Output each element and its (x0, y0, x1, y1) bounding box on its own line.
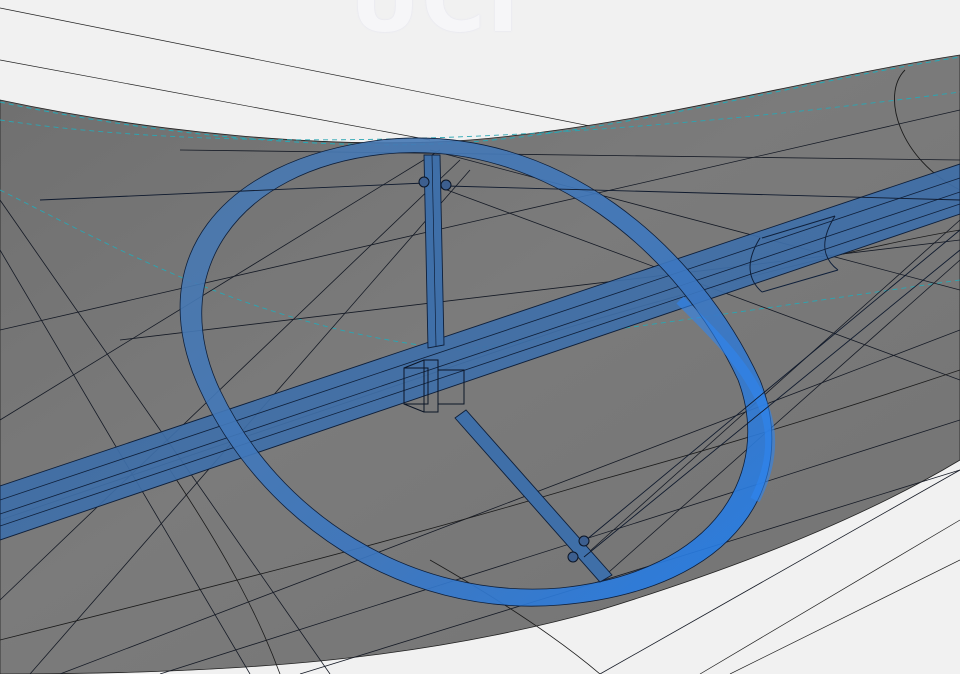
bottom-node-upper (578, 535, 590, 547)
top-node-left (418, 176, 430, 188)
model-scene[interactable] (0, 0, 960, 674)
top-node-right (440, 179, 452, 191)
3d-viewport[interactable]: UCI (0, 0, 960, 674)
bottom-node-lower (567, 551, 579, 563)
